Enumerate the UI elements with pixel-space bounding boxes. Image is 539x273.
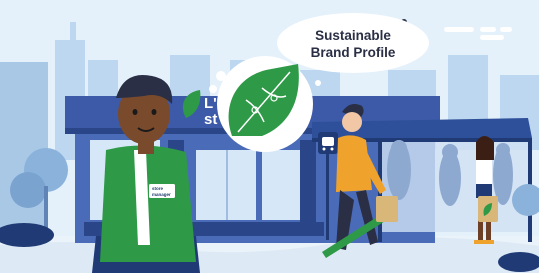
store-sign-line1: L' <box>204 95 217 112</box>
bubble-line2: Brand Profile <box>311 45 396 60</box>
store-sign-line2: st <box>204 111 217 128</box>
name-badge-line2: manager <box>152 192 171 197</box>
illustration: L' st store manager Sustainable Brand Pr… <box>0 0 539 273</box>
animated-scene: L' st store manager Sustainable Brand Pr… <box>0 0 539 273</box>
name-badge-line1: store <box>152 186 164 191</box>
bubble-line1: Sustainable <box>315 28 391 43</box>
